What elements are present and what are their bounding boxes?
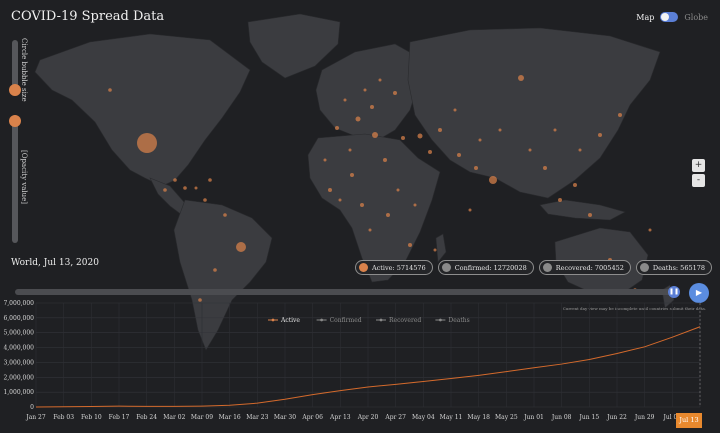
europe-shape <box>315 43 421 141</box>
y-tick-label: 2,000,000 <box>3 374 34 381</box>
legend-marker <box>320 318 323 322</box>
timeline-slider[interactable] <box>15 289 679 295</box>
legend-label: Recovered <box>389 317 421 324</box>
y-tick-label: 5,000,000 <box>3 330 34 337</box>
x-tick-label: Apr 27 <box>384 414 406 421</box>
date-tooltip: Jul 13 <box>676 413 702 428</box>
confirmed-stat-label: Confirmed: 12720028 <box>454 263 527 272</box>
zoom-out-button[interactable]: - <box>692 174 705 187</box>
legend-marker <box>271 318 275 322</box>
legend-marker <box>379 318 383 322</box>
x-tick-label: Feb 03 <box>53 414 74 421</box>
recovered-dot-icon <box>542 263 552 272</box>
madagascar-shape <box>435 233 447 263</box>
confirmed-stat-button[interactable]: Confirmed: 12720028 <box>437 260 534 275</box>
x-tick-label: Mar 16 <box>219 414 241 421</box>
deaths-stat-button[interactable]: Deaths: 565178 <box>635 260 712 275</box>
x-tick-label: Jun 01 <box>523 414 544 421</box>
x-tick-label: Mar 02 <box>163 414 185 421</box>
page-title: COVID-19 Spread Data <box>11 9 165 24</box>
cases-chart: 0 1,000,000 2,000,000 3,000,000 4,000,000 5,0… <box>3 300 701 421</box>
x-tick-label: Jun 15 <box>578 414 599 421</box>
x-tick-label: May 25 <box>495 414 518 421</box>
x-tick-label: Mar 23 <box>246 414 268 421</box>
recovered-stat-button[interactable]: Recovered: 7005452 <box>538 260 631 275</box>
active-stat-button[interactable]: Active: 5714576 <box>354 260 433 275</box>
deaths-dot-icon <box>639 263 649 272</box>
x-tick-label: May 18 <box>467 414 490 421</box>
x-tick-label: May 04 <box>412 414 435 421</box>
y-tick-label: 6,000,000 <box>3 315 34 322</box>
x-tick-label: Mar 30 <box>274 414 296 421</box>
legend-label: Active <box>280 317 300 324</box>
x-tick-label: Feb 24 <box>136 414 157 421</box>
recovered-stat-label: Recovered: 7005452 <box>555 263 624 272</box>
legend-label: Confirmed <box>330 317 362 324</box>
asia-shape <box>407 27 661 199</box>
timeline-slider-thumb[interactable]: ❚❚ <box>668 286 680 298</box>
zoom-in-button[interactable]: + <box>692 159 705 172</box>
toggle-map-label: Map <box>636 12 655 22</box>
toggle-globe-label: Globe <box>684 12 708 22</box>
legend-label: Deaths <box>448 317 469 324</box>
y-tick-label: 3,000,000 <box>3 359 34 366</box>
deaths-stat-label: Deaths: 565178 <box>652 263 705 272</box>
opacity-slider[interactable] <box>9 115 21 243</box>
x-tick-label: May 11 <box>440 414 463 421</box>
y-tick-label: 0 <box>30 404 34 411</box>
x-tick-label: Jun 08 <box>551 414 572 421</box>
x-tick-label: Apr 13 <box>329 414 351 421</box>
indonesia-shape <box>539 199 626 221</box>
bubble-size-label: Circle bubble size <box>20 38 28 102</box>
x-tick-label: Feb 10 <box>81 414 102 421</box>
x-tick-label: Apr 06 <box>301 414 323 421</box>
active-dot-icon <box>358 263 368 272</box>
y-tick-label: 4,000,000 <box>3 345 34 352</box>
y-tick-label: 1,000,000 <box>3 389 34 396</box>
x-tick-label: Mar 09 <box>191 414 213 421</box>
bubble-size-slider[interactable] <box>9 40 21 96</box>
x-tick-label: Jun 22 <box>606 414 627 421</box>
y-tick-label: 7,000,000 <box>3 300 34 307</box>
opacity-slider-thumb[interactable] <box>9 115 21 127</box>
stats-bar: Active: 5714576 Confirmed: 12720028 Reco… <box>354 260 712 275</box>
view-switch[interactable] <box>660 12 679 22</box>
location-date: World, Jul 13, 2020 <box>11 258 99 268</box>
north-america-shape <box>34 33 251 187</box>
x-tick-label: Jan 27 <box>25 414 46 421</box>
x-tick-label: Jun 29 <box>634 414 655 421</box>
opacity-label: [Opacity value] <box>20 150 28 205</box>
confirmed-dot-icon <box>441 263 451 272</box>
legend-marker <box>439 318 442 322</box>
switch-knob <box>661 13 670 21</box>
map-globe-toggle[interactable]: Map Globe <box>636 12 708 22</box>
x-tick-label: Apr 20 <box>357 414 379 421</box>
active-stat-label: Active: 5714576 <box>371 263 426 272</box>
x-tick-label: Feb 17 <box>109 414 130 421</box>
